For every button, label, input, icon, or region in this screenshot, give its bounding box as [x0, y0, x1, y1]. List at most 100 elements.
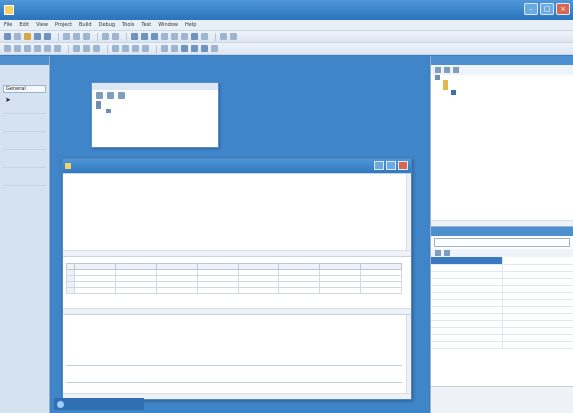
paste-icon[interactable]	[83, 33, 90, 40]
property-row[interactable]	[431, 327, 573, 335]
pointer-icon[interactable]: ➤	[5, 97, 11, 104]
property-value[interactable]	[502, 313, 573, 321]
align-bottom-icon[interactable]	[54, 45, 61, 52]
grid-cell[interactable]	[196, 287, 239, 294]
vertical-scrollbar[interactable]	[406, 315, 411, 399]
property-row[interactable]	[431, 341, 573, 349]
table-icon[interactable]	[201, 45, 208, 52]
object-browser-icon[interactable]	[191, 33, 198, 40]
property-row[interactable]	[431, 320, 573, 328]
property-row[interactable]	[431, 313, 573, 321]
spacing-icon[interactable]	[112, 45, 119, 52]
misc-tool-icon[interactable]	[211, 45, 218, 52]
save-icon[interactable]	[34, 33, 41, 40]
send-back-icon[interactable]	[171, 45, 178, 52]
property-value[interactable]	[502, 341, 573, 349]
redo-icon[interactable]	[112, 33, 119, 40]
align-right-icon[interactable]	[24, 45, 31, 52]
property-grid[interactable]	[431, 257, 573, 349]
property-value[interactable]	[502, 299, 573, 307]
table-icon[interactable]	[191, 45, 198, 52]
toolbox-icon[interactable]	[181, 33, 188, 40]
align-center-icon[interactable]	[14, 45, 21, 52]
toolbox-tab-general[interactable]: General	[3, 85, 46, 93]
misc-tool-icon[interactable]	[230, 33, 237, 40]
menu-view[interactable]: View	[36, 22, 48, 28]
close-button[interactable]	[398, 161, 408, 170]
close-button[interactable]: ×	[556, 3, 570, 15]
property-row[interactable]	[431, 285, 573, 293]
solution-config-icon[interactable]	[141, 33, 148, 40]
property-value[interactable]	[502, 285, 573, 293]
bring-front-icon[interactable]	[161, 45, 168, 52]
property-value[interactable]	[502, 292, 573, 300]
table-icon[interactable]	[181, 45, 188, 52]
property-row[interactable]	[431, 271, 573, 279]
property-value[interactable]	[502, 334, 573, 342]
document-tab[interactable]	[54, 398, 144, 410]
spacing-icon[interactable]	[122, 45, 129, 52]
grid-cell[interactable]	[360, 287, 402, 294]
add-item-icon[interactable]	[14, 33, 21, 40]
grid-cell[interactable]	[114, 287, 157, 294]
criteria-grid[interactable]	[66, 263, 402, 294]
save-all-icon[interactable]	[44, 33, 51, 40]
spacing-icon[interactable]	[142, 45, 149, 52]
start-debug-icon[interactable]	[131, 33, 138, 40]
maximize-button[interactable]	[386, 161, 396, 170]
results-pane[interactable]	[63, 314, 411, 399]
open-file-icon[interactable]	[24, 33, 31, 40]
refresh-icon[interactable]	[96, 92, 103, 99]
properties-icon[interactable]	[171, 33, 178, 40]
minimize-button[interactable]: –	[524, 3, 538, 15]
same-size-icon[interactable]	[93, 45, 100, 52]
menu-project[interactable]: Project	[55, 22, 72, 28]
misc-tool-icon[interactable]	[220, 33, 227, 40]
spacing-icon[interactable]	[132, 45, 139, 52]
same-height-icon[interactable]	[83, 45, 90, 52]
refresh-icon[interactable]	[453, 67, 459, 73]
copy-icon[interactable]	[73, 33, 80, 40]
row-selector[interactable]	[66, 287, 75, 294]
properties-icon[interactable]	[435, 67, 441, 73]
property-row[interactable]	[431, 299, 573, 307]
property-value[interactable]	[502, 278, 573, 286]
menu-test[interactable]: Test	[141, 22, 151, 28]
property-row[interactable]	[431, 292, 573, 300]
grid-cell[interactable]	[278, 287, 321, 294]
show-all-files-icon[interactable]	[444, 67, 450, 73]
categorized-icon[interactable]	[435, 250, 441, 256]
property-row[interactable]	[431, 264, 573, 272]
start-page-icon[interactable]	[201, 33, 208, 40]
property-row[interactable]	[431, 257, 573, 265]
property-row[interactable]	[431, 306, 573, 314]
undo-icon[interactable]	[102, 33, 109, 40]
menu-help[interactable]: Help	[185, 22, 196, 28]
tree-item[interactable]	[92, 109, 218, 113]
cut-icon[interactable]	[63, 33, 70, 40]
grid-cell[interactable]	[74, 287, 116, 294]
connect-icon[interactable]	[107, 92, 114, 99]
property-value[interactable]	[502, 320, 573, 328]
find-icon[interactable]	[151, 33, 158, 40]
menu-tools[interactable]: Tools	[122, 22, 134, 28]
diagram-pane[interactable]	[63, 173, 411, 256]
alphabetical-icon[interactable]	[444, 250, 450, 256]
table-row[interactable]	[66, 287, 402, 294]
new-project-icon[interactable]	[4, 33, 11, 40]
menu-edit[interactable]: Edit	[19, 22, 29, 28]
menu-file[interactable]: File	[4, 22, 12, 28]
add-icon[interactable]	[118, 92, 125, 99]
menu-debug[interactable]: Debug	[99, 22, 115, 28]
maximize-button[interactable]: □	[540, 3, 554, 15]
solution-explorer-icon[interactable]	[161, 33, 168, 40]
vertical-scrollbar[interactable]	[406, 174, 411, 256]
tree-item-file[interactable]	[431, 90, 573, 95]
property-value[interactable]	[502, 327, 573, 335]
menu-window[interactable]: Window	[158, 22, 178, 28]
property-value[interactable]	[502, 306, 573, 314]
property-value[interactable]	[502, 264, 573, 272]
grid-cell[interactable]	[319, 287, 362, 294]
property-value[interactable]	[502, 257, 573, 265]
property-value[interactable]	[502, 271, 573, 279]
